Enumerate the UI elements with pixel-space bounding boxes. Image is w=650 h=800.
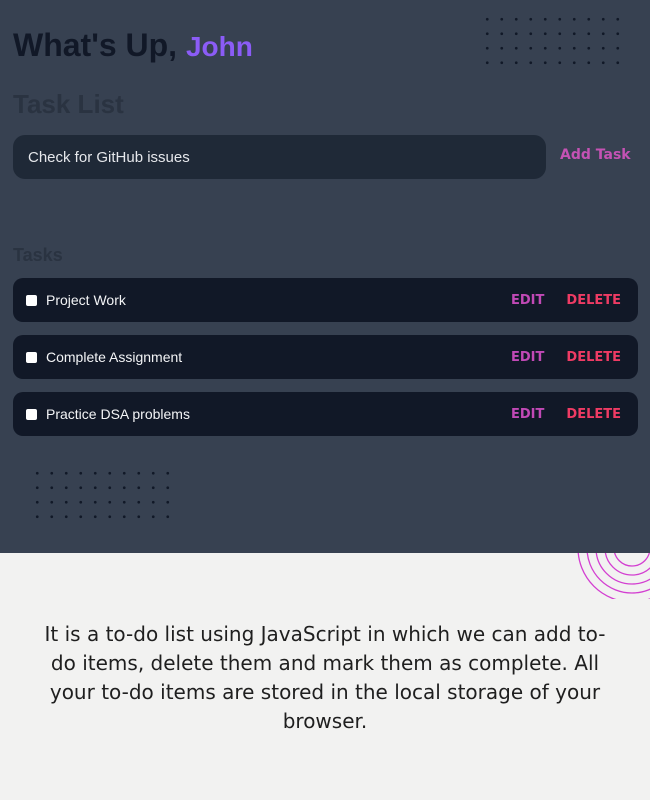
edit-task-button[interactable]: EDIT: [511, 350, 544, 365]
decorative-dot-grid: [480, 12, 625, 70]
new-task-input[interactable]: [26, 147, 533, 167]
task-item: Practice DSA problems EDIT DELETE: [13, 392, 638, 436]
decorative-dot-grid: [30, 466, 175, 524]
add-task-button[interactable]: Add Task: [560, 147, 638, 163]
tasks-heading: Tasks: [13, 245, 63, 265]
task-checkbox[interactable]: [26, 294, 37, 306]
user-name: John: [185, 31, 253, 62]
task-label: Complete Assignment: [46, 349, 183, 365]
delete-task-button[interactable]: DELETE: [566, 350, 621, 365]
edit-task-button[interactable]: EDIT: [511, 293, 544, 308]
task-checkbox[interactable]: [26, 351, 37, 363]
task-label: Practice DSA problems: [46, 406, 190, 422]
todo-app-panel: What's Up, John Task List Add Task Tasks…: [0, 0, 650, 553]
task-list: Project Work EDIT DELETE Complete Assign…: [13, 278, 638, 449]
task-item: Project Work EDIT DELETE: [13, 278, 638, 322]
edit-task-button[interactable]: EDIT: [511, 407, 544, 422]
decorative-circles: [577, 553, 650, 599]
delete-task-button[interactable]: DELETE: [566, 407, 621, 422]
delete-task-button[interactable]: DELETE: [566, 293, 621, 308]
description-caption: It is a to-do list using JavaScript in w…: [44, 622, 606, 733]
task-list-title: Task List: [13, 89, 124, 119]
task-label: Project Work: [46, 292, 126, 308]
greeting-text: What's Up,: [13, 27, 178, 63]
task-input-container: [13, 135, 546, 179]
task-checkbox[interactable]: [26, 408, 37, 420]
greeting-heading: What's Up, John: [13, 27, 253, 64]
task-item: Complete Assignment EDIT DELETE: [13, 335, 638, 379]
